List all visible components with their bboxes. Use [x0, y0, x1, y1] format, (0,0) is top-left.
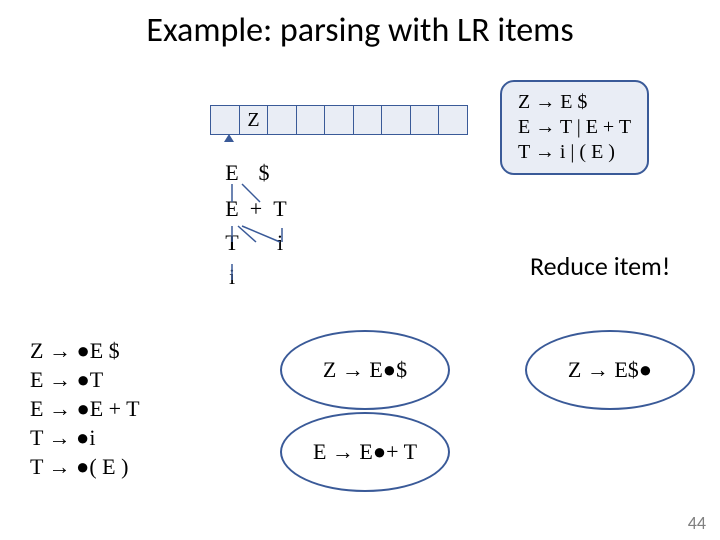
tree-node-i: i	[220, 264, 244, 290]
lr-item-ellipse: Z → E●$	[280, 330, 450, 410]
tree-node-E: E	[220, 196, 244, 222]
grammar-line: T → i | ( E )	[518, 140, 631, 165]
tree-node-T: T	[220, 230, 244, 256]
slide-number: 44	[688, 512, 706, 534]
lr-items-left: Z → ●E $ E → ●T E → ●E + T T → ●i T → ●(…	[30, 336, 140, 481]
caret-up-icon	[224, 134, 234, 142]
lr-item-ellipse: E → E●+ T	[280, 412, 450, 492]
lr-item: Z → E$●	[568, 357, 652, 383]
tree-node-i: i	[268, 230, 292, 256]
lr-item: E → ●E + T	[30, 394, 140, 423]
lr-item: E → ●T	[30, 365, 140, 394]
stack-cell	[296, 105, 326, 135]
grammar-box: Z → E $ E → T | E + T T → i | ( E )	[500, 80, 649, 175]
stack-cell	[353, 105, 383, 135]
stack-cell	[324, 105, 354, 135]
stack-cell	[381, 105, 411, 135]
lr-item-ellipse: Z → E$●	[525, 330, 695, 410]
page-title: Example: parsing with LR items	[0, 10, 720, 51]
lr-item: T → ●i	[30, 423, 140, 452]
lr-item: T → ●( E )	[30, 452, 140, 481]
parse-stack: Z	[210, 105, 468, 135]
tree-node-E: E	[220, 160, 244, 186]
lr-item: E → E●+ T	[313, 439, 417, 465]
stack-cell	[267, 105, 297, 135]
stack-cell: Z	[239, 105, 269, 135]
grammar-line: E → T | E + T	[518, 115, 631, 140]
stack-cell	[438, 105, 468, 135]
reduce-item-label: Reduce item!	[530, 250, 670, 282]
lr-item: Z → ●E $	[30, 336, 140, 365]
parse-tree: E $ E + T T i i	[220, 160, 340, 290]
tree-node-T: T	[268, 196, 292, 222]
lr-item: Z → E●$	[323, 357, 407, 383]
stack-cell	[210, 105, 240, 135]
tree-node-dollar: $	[252, 160, 276, 186]
stack-cell	[410, 105, 440, 135]
tree-node-plus: +	[244, 196, 268, 222]
grammar-line: Z → E $	[518, 90, 631, 115]
